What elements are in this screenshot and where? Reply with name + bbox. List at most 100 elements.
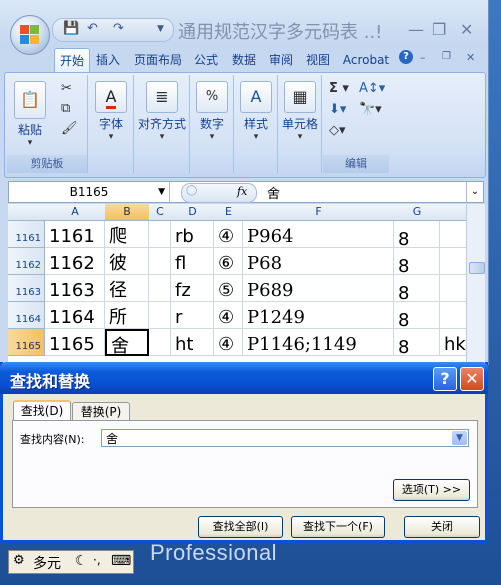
cell-h[interactable] bbox=[440, 248, 466, 275]
font-button[interactable]: A 字体 ▾ bbox=[93, 81, 129, 142]
cell-e[interactable]: ⑥ bbox=[214, 248, 243, 275]
cell-e[interactable]: ④ bbox=[214, 329, 243, 356]
cell-c[interactable] bbox=[149, 275, 171, 302]
vertical-scrollbar[interactable] bbox=[466, 204, 485, 365]
row-header[interactable]: 1164 bbox=[8, 302, 45, 329]
cell-f[interactable]: P1146;1149 bbox=[243, 329, 394, 356]
punctuation-icon[interactable]: ·, bbox=[93, 553, 101, 567]
cell-g[interactable]: 8 bbox=[394, 275, 440, 302]
cell-b[interactable]: 径 bbox=[105, 275, 149, 302]
cell-e[interactable]: ④ bbox=[214, 302, 243, 329]
cell-b[interactable]: 所 bbox=[105, 302, 149, 329]
tab-home[interactable]: 开始 bbox=[54, 48, 90, 73]
column-header-e[interactable]: E bbox=[214, 204, 244, 221]
tab-formulas[interactable]: 公式 bbox=[191, 50, 221, 70]
close-button[interactable]: ✕ bbox=[460, 20, 473, 39]
minimize-button[interactable]: — bbox=[408, 20, 424, 39]
tab-review[interactable]: 审阅 bbox=[266, 50, 296, 70]
column-header-h[interactable] bbox=[440, 204, 466, 221]
cell-d[interactable]: r bbox=[171, 302, 214, 329]
cut-icon[interactable]: ✂ bbox=[61, 81, 72, 96]
cancel-icon[interactable]: ◯ bbox=[186, 185, 197, 196]
ime-logo-icon[interactable]: ⚙ bbox=[13, 553, 25, 568]
dialog-close-button[interactable]: ✕ bbox=[460, 367, 484, 391]
column-header-f[interactable]: F bbox=[243, 204, 395, 221]
cell-h[interactable] bbox=[440, 302, 466, 329]
ribbon-close-icon[interactable]: ✕ bbox=[466, 51, 475, 64]
cell-h[interactable]: hk bbox=[440, 329, 466, 356]
column-header-b[interactable]: B bbox=[105, 204, 150, 221]
row-header[interactable]: 1162 bbox=[8, 248, 45, 275]
cell-g[interactable]: 8 bbox=[394, 302, 440, 329]
find-select-icon[interactable]: 🔭▾ bbox=[359, 102, 382, 117]
cell-d[interactable]: fl bbox=[171, 248, 214, 275]
cell-a[interactable]: 1164 bbox=[45, 302, 105, 329]
cell-c[interactable] bbox=[149, 302, 171, 329]
cell-e[interactable]: ④ bbox=[214, 221, 243, 248]
row-header[interactable]: 1163 bbox=[8, 275, 45, 302]
cell-e[interactable]: ⑤ bbox=[214, 275, 243, 302]
select-all-corner[interactable] bbox=[8, 204, 46, 221]
sort-filter-icon[interactable]: A↕▾ bbox=[359, 81, 385, 96]
tab-acrobat[interactable]: Acrobat bbox=[339, 50, 393, 70]
row-header[interactable]: 1161 bbox=[8, 221, 45, 248]
redo-icon[interactable]: ↷ bbox=[113, 21, 124, 36]
cell-b[interactable]: 爬 bbox=[105, 221, 149, 248]
copy-icon[interactable]: ⧉ bbox=[61, 101, 70, 116]
cell-h[interactable] bbox=[440, 221, 466, 248]
dialog-help-button[interactable]: ? bbox=[433, 367, 457, 391]
cell-d[interactable]: fz bbox=[171, 275, 214, 302]
cell-g[interactable]: 8 bbox=[394, 329, 440, 356]
fx-icon[interactable]: fx bbox=[237, 185, 247, 198]
office-button[interactable] bbox=[10, 15, 50, 55]
options-button[interactable]: 选项(T) >> bbox=[393, 479, 470, 501]
cell-c[interactable] bbox=[149, 248, 171, 275]
cells-button[interactable]: ▦ 单元格 ▾ bbox=[279, 81, 321, 142]
cell-c[interactable] bbox=[149, 329, 171, 356]
keyboard-icon[interactable]: ⌨ bbox=[111, 553, 131, 569]
cell-f[interactable]: P68 bbox=[243, 248, 394, 275]
tab-page-layout[interactable]: 页面布局 bbox=[131, 50, 185, 70]
alignment-button[interactable]: ≣ 对齐方式 ▾ bbox=[135, 81, 189, 142]
find-what-input[interactable]: 舍 ▼ bbox=[101, 429, 469, 447]
save-icon[interactable]: 💾 bbox=[63, 21, 79, 36]
autosum-icon[interactable]: Σ ▾ bbox=[329, 81, 349, 96]
cell-b[interactable]: 彼 bbox=[105, 248, 149, 275]
ribbon-restore-icon[interactable]: ❐ bbox=[442, 51, 451, 62]
tab-data[interactable]: 数据 bbox=[229, 50, 259, 70]
number-button[interactable]: % 数字 ▾ bbox=[193, 81, 231, 142]
format-painter-icon[interactable]: 🖌 bbox=[61, 121, 78, 136]
cell-a[interactable]: 1163 bbox=[45, 275, 105, 302]
cell-f[interactable]: P1249 bbox=[243, 302, 394, 329]
row-header[interactable]: 1165 bbox=[8, 329, 45, 356]
tab-insert[interactable]: 插入 bbox=[93, 50, 123, 70]
active-cell-b[interactable]: 舍 bbox=[105, 329, 149, 356]
paste-button[interactable]: 📋 粘贴 ▾ bbox=[13, 81, 47, 148]
tab-view[interactable]: 视图 bbox=[303, 50, 333, 70]
chevron-down-icon[interactable]: ▼ bbox=[158, 182, 165, 202]
cell-d[interactable]: ht bbox=[171, 329, 214, 356]
fill-icon[interactable]: ⬇▾ bbox=[329, 102, 346, 117]
cell-h[interactable] bbox=[440, 275, 466, 302]
ime-mode[interactable]: 多元 bbox=[33, 553, 61, 573]
column-header-c[interactable]: C bbox=[149, 204, 172, 221]
find-next-button[interactable]: 查找下一个(F) bbox=[291, 516, 385, 538]
column-header-g[interactable]: G bbox=[394, 204, 441, 221]
name-box[interactable]: B1165 ▼ bbox=[9, 182, 170, 202]
cell-g[interactable]: 8 bbox=[394, 248, 440, 275]
cell-a[interactable]: 1165 bbox=[45, 329, 105, 356]
qat-customize-icon[interactable]: ▼ bbox=[157, 24, 164, 34]
find-all-button[interactable]: 查找全部(I) bbox=[198, 516, 283, 538]
dialog-close-action-button[interactable]: 关闭 bbox=[404, 516, 480, 538]
cell-f[interactable]: P689 bbox=[243, 275, 394, 302]
cell-a[interactable]: 1161 bbox=[45, 221, 105, 248]
formula-content[interactable]: 舍 bbox=[267, 183, 280, 202]
cell-f[interactable]: P964 bbox=[243, 221, 394, 248]
moon-icon[interactable]: ☾ bbox=[75, 553, 88, 569]
tab-replace[interactable]: 替换(P) bbox=[72, 402, 130, 422]
cell-a[interactable]: 1162 bbox=[45, 248, 105, 275]
cell-c[interactable] bbox=[149, 221, 171, 248]
cell-d[interactable]: rb bbox=[171, 221, 214, 248]
column-header-d[interactable]: D bbox=[171, 204, 215, 221]
styles-button[interactable]: A 样式 ▾ bbox=[237, 81, 275, 142]
